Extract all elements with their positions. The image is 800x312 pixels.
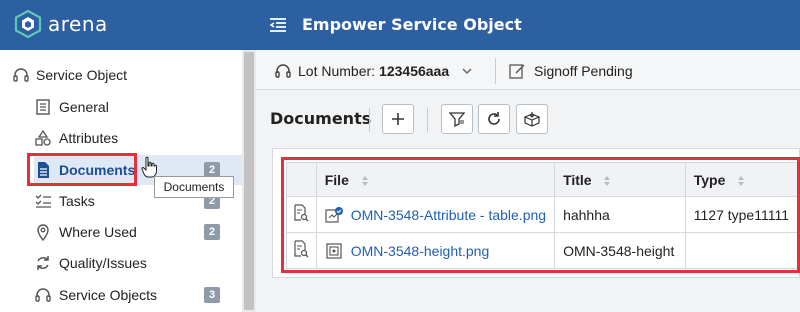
refresh-icon: [488, 112, 500, 125]
box-export-icon: [523, 112, 541, 127]
lot-number-value: 123456aaa: [379, 63, 450, 79]
location-pin-icon: [37, 224, 49, 241]
brand-name: arena: [48, 12, 108, 36]
sidebar-item-label: Attributes: [59, 130, 119, 146]
export-button[interactable]: [516, 104, 548, 134]
sidebar-root-item[interactable]: Service Object: [12, 66, 127, 84]
tasks-icon: [35, 194, 51, 208]
arena-logo[interactable]: arena: [14, 10, 108, 38]
headset-icon: [13, 68, 29, 82]
sidebar-scrollbar-thumb[interactable]: [244, 52, 254, 310]
filter-button[interactable]: [441, 104, 473, 134]
hand-cursor-icon: [141, 156, 157, 178]
cycle-icon: [37, 256, 49, 270]
top-bar: arena Empower Service Object: [0, 0, 800, 50]
arena-logo-icon: [14, 10, 42, 38]
filter-icon: [449, 112, 465, 127]
shapes-icon: [35, 129, 51, 146]
page-title: Empower Service Object: [302, 15, 522, 34]
lot-number-selector[interactable]: Lot Number: 123456aaa: [274, 62, 473, 80]
sidebar-item-label: Quality/Issues: [59, 255, 147, 271]
sidebar-root-label: Service Object: [36, 67, 128, 83]
count-badge: 3: [204, 287, 220, 303]
sidebar-item-label: General: [59, 99, 109, 115]
headset-icon: [35, 288, 51, 302]
annotation-highlight-documents: [27, 153, 137, 186]
collapse-menu-icon[interactable]: [268, 15, 288, 35]
divider: [427, 108, 428, 132]
documents-title: Documents: [270, 109, 372, 128]
sidebar-item-label: Where Used: [59, 224, 137, 240]
divider: [495, 58, 496, 84]
sidebar-item-service-objects[interactable]: Service Objects 3: [34, 280, 242, 310]
chevron-down-icon[interactable]: [461, 65, 473, 77]
sidebar-item-label: Service Objects: [59, 287, 158, 303]
tooltip: Documents: [154, 176, 234, 198]
signoff-status-label: Signoff Pending: [534, 63, 633, 79]
list-icon: [36, 99, 50, 115]
edit-icon: [509, 64, 525, 79]
annotation-highlight-table: [281, 157, 800, 273]
sidebar-item-where-used[interactable]: Where Used 2: [34, 217, 242, 247]
refresh-button[interactable]: [478, 104, 510, 134]
sidebar-item-general[interactable]: General: [34, 92, 242, 122]
lot-number-label: Lot Number:: [298, 63, 376, 79]
sidebar-item-attributes[interactable]: Attributes: [34, 123, 242, 153]
sidebar-item-label: Tasks: [59, 193, 95, 209]
count-badge: 2: [204, 224, 220, 240]
divider: [369, 108, 370, 132]
sidebar-item-quality-issues[interactable]: Quality/Issues: [34, 248, 242, 278]
add-document-button[interactable]: [382, 104, 414, 134]
plus-icon: [392, 113, 404, 125]
signoff-status[interactable]: Signoff Pending: [508, 62, 633, 80]
headset-icon: [275, 64, 291, 78]
